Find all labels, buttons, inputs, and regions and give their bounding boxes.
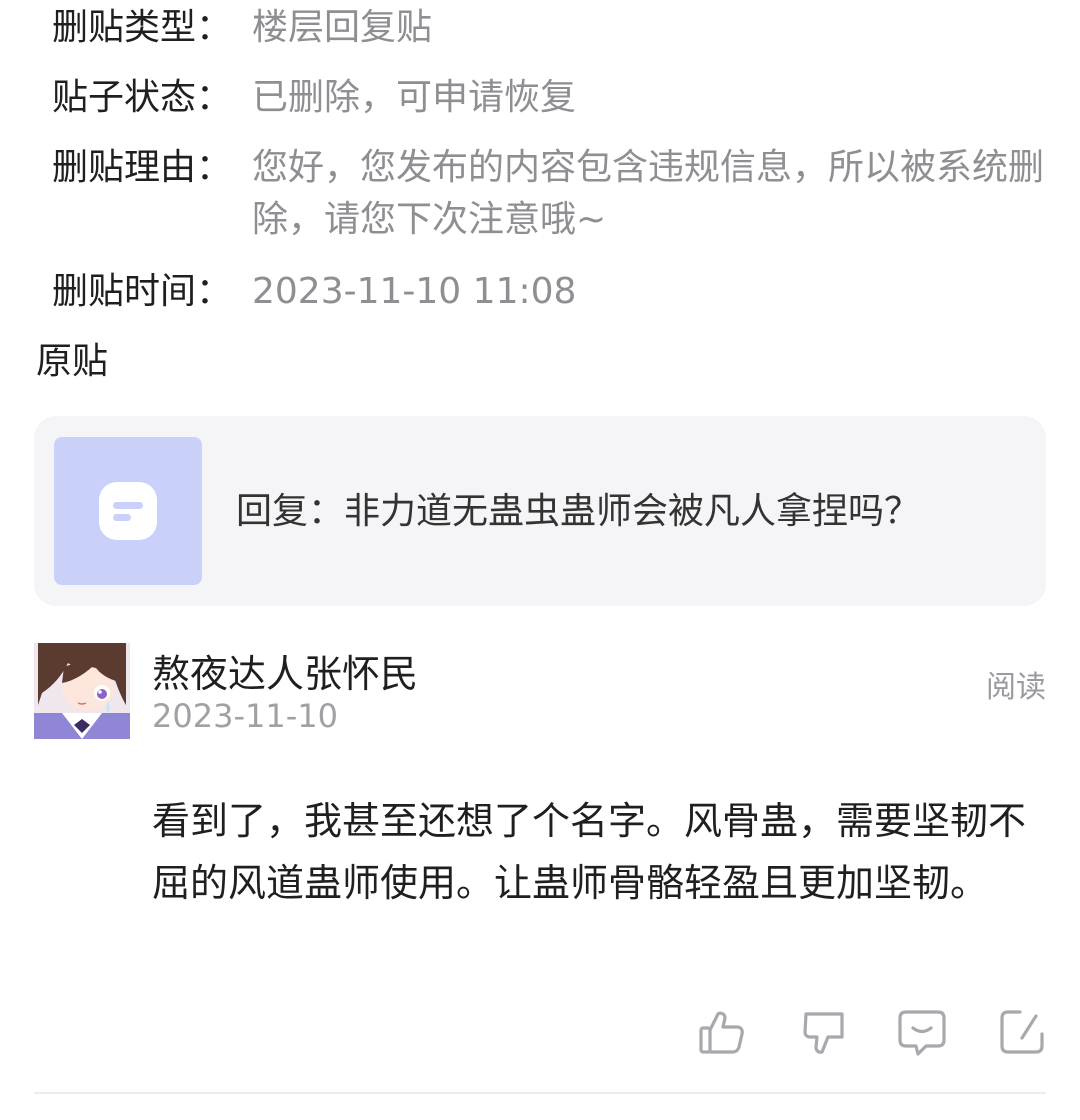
delete-time-label: 删贴时间： bbox=[52, 271, 233, 312]
post-thumbnail bbox=[54, 437, 202, 585]
delete-reason-value: 您好，您发布的内容包含违规信息，所以被系统删除，请您下次注意哦~ bbox=[252, 147, 1045, 240]
post-status-row: 贴子状态： 已删除，可申请恢复 bbox=[52, 72, 1050, 124]
delete-reason-label: 删贴理由： bbox=[52, 147, 233, 188]
chat-bubble-icon bbox=[99, 482, 157, 540]
dislike-icon[interactable] bbox=[798, 1006, 850, 1058]
edit-icon[interactable] bbox=[996, 1006, 1048, 1058]
delete-type-value: 楼层回复贴 bbox=[252, 7, 433, 48]
reply-content: 看到了，我甚至还想了个名字。风骨蛊，需要坚韧不屈的风道蛊师使用。让蛊师骨骼轻盈且… bbox=[152, 799, 1027, 905]
delete-time-row: 删贴时间： 2023-11-10 11:08 bbox=[52, 266, 1050, 318]
delete-time-value: 2023-11-10 11:08 bbox=[252, 271, 577, 312]
original-post-heading: 原贴 bbox=[36, 341, 109, 382]
username[interactable]: 熬夜达人张怀民 bbox=[152, 648, 418, 700]
delete-reason-row: 删贴理由： 您好，您发布的内容包含违规信息，所以被系统删除，请您下次注意哦~ bbox=[52, 142, 1050, 246]
like-icon[interactable] bbox=[696, 1006, 748, 1058]
original-post-card[interactable]: 回复：非力道无蛊虫蛊师会被凡人拿捏吗？ bbox=[34, 416, 1046, 606]
comment-icon[interactable] bbox=[896, 1006, 948, 1058]
delete-type-label: 删贴类型： bbox=[52, 7, 233, 48]
avatar[interactable] bbox=[34, 643, 130, 739]
reply-date: 2023-11-10 bbox=[152, 697, 338, 735]
delete-type-row: 删贴类型： 楼层回复贴 bbox=[52, 2, 1050, 54]
original-post-title: 回复：非力道无蛊虫蛊师会被凡人拿捏吗？ bbox=[236, 491, 921, 532]
post-status-value: 已删除，可申请恢复 bbox=[252, 77, 577, 118]
post-status-label: 贴子状态： bbox=[52, 77, 233, 118]
divider bbox=[34, 1092, 1046, 1094]
read-button[interactable]: 阅读 bbox=[986, 668, 1046, 708]
action-bar bbox=[0, 1006, 1080, 1062]
